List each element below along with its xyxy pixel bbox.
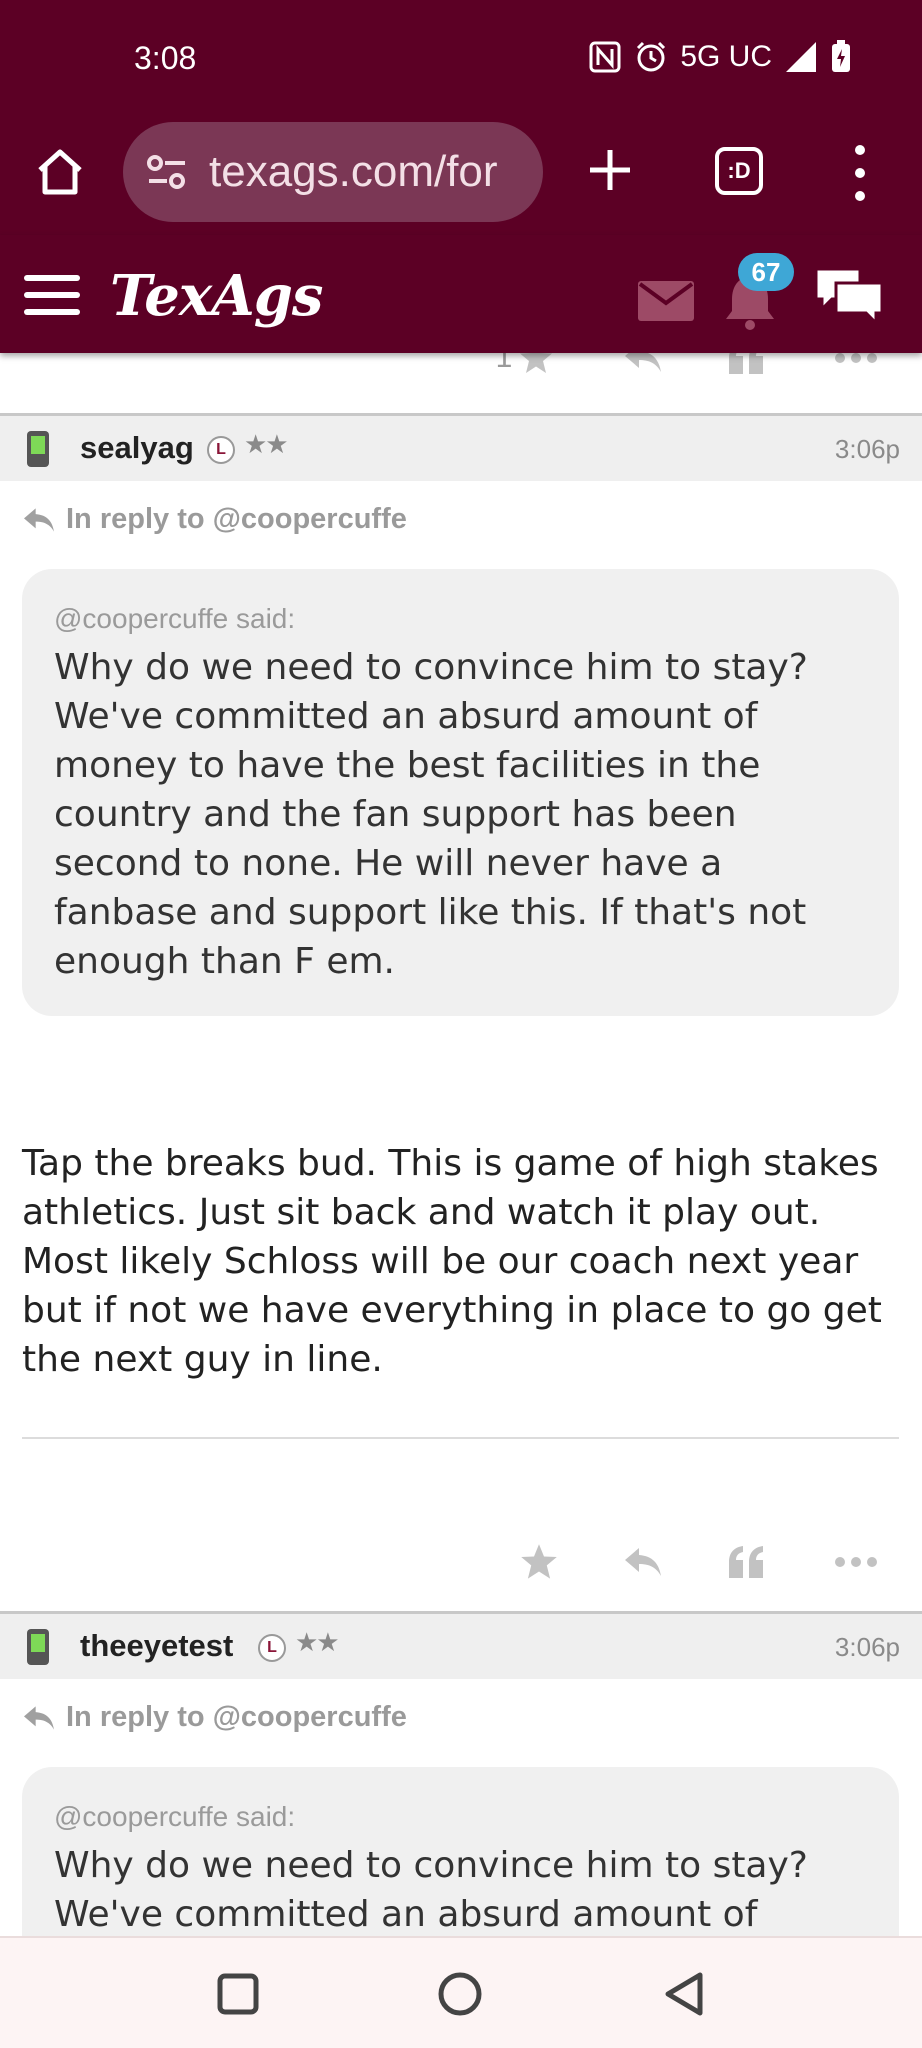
star-count: 1 — [495, 353, 513, 374]
browser-toolbar: texags.com/for :D — [0, 110, 922, 235]
post-actions — [0, 1533, 922, 1593]
quote-icon — [729, 353, 763, 374]
post-time[interactable]: 3:06p — [835, 1632, 900, 1663]
back-triangle-icon — [665, 1972, 703, 2016]
site-logo[interactable]: TexAgs — [110, 263, 323, 329]
reply-icon — [24, 1705, 54, 1730]
quote-button[interactable] — [722, 1537, 772, 1587]
status-bar: 3:08 5G UC — [0, 0, 922, 110]
site-settings-icon[interactable] — [143, 148, 191, 196]
user-stars: ★★ — [295, 1628, 340, 1658]
home-button[interactable] — [30, 142, 90, 202]
letterman-badge: L — [207, 436, 235, 464]
hamburger-icon[interactable] — [24, 275, 80, 315]
post-header: theeyetest L ★★ 3:06p — [0, 1611, 922, 1679]
username[interactable]: sealyag — [80, 430, 194, 466]
quote-text: Why do we need to convince him to stay? … — [54, 647, 808, 982]
phone-icon — [27, 1629, 49, 1665]
home-nav-button[interactable] — [428, 1962, 492, 2026]
post-time[interactable]: 3:06p — [835, 434, 900, 465]
reply-button[interactable] — [618, 353, 668, 383]
more-options-icon[interactable] — [828, 1537, 884, 1587]
quote-block: @coopercuffe said: Why do we need to con… — [22, 569, 899, 1016]
quote-icon — [729, 1546, 763, 1578]
alarm-icon — [637, 41, 666, 72]
username[interactable]: theeyetest — [80, 1628, 233, 1664]
mail-icon[interactable] — [638, 281, 694, 321]
divider — [22, 1437, 899, 1439]
home-icon — [38, 149, 82, 195]
system-nav-bar — [0, 1936, 922, 2048]
star-button[interactable]: 1 — [490, 353, 560, 383]
tab-switcher-button[interactable]: :D — [715, 147, 763, 195]
signal-icon — [786, 42, 816, 72]
address-bar[interactable]: texags.com/for — [123, 122, 543, 222]
quote-text: Why do we need to convince him to stay? … — [54, 1845, 808, 1935]
reply-to-link[interactable]: In reply to @coopercuffe — [22, 1701, 407, 1734]
recents-button[interactable] — [206, 1962, 270, 2026]
more-options-icon[interactable] — [828, 353, 884, 383]
post-body: Tap the breaks bud. This is game of high… — [22, 1143, 882, 1380]
site-header: TexAgs 67 — [0, 235, 922, 353]
nfc-icon — [589, 41, 621, 73]
status-icons: 5G UC — [588, 40, 852, 74]
reply-icon — [625, 353, 661, 372]
reply-to-link[interactable]: In reply to @coopercuffe — [22, 503, 407, 536]
thread-content: 1 sealyag L ★★ 3:06p In reply to @cooper… — [0, 353, 922, 1936]
url-text[interactable]: texags.com/for — [209, 147, 498, 197]
reply-to-text: In reply to @coopercuffe — [66, 1701, 407, 1733]
status-time: 3:08 — [134, 40, 197, 76]
battery-charging-icon — [832, 40, 850, 72]
quote-block: @coopercuffe said: Why do we need to con… — [22, 1767, 899, 1936]
back-button[interactable] — [652, 1962, 716, 2026]
new-tab-button[interactable] — [580, 140, 640, 200]
star-icon — [521, 1544, 557, 1579]
more-vert-icon[interactable] — [845, 145, 875, 201]
post-header: sealyag L ★★ 3:06p — [0, 413, 922, 481]
notification-badge[interactable]: 67 — [738, 253, 794, 291]
quote-author[interactable]: @coopercuffe said: — [54, 603, 869, 635]
network-type: 5G UC — [680, 40, 772, 73]
star-button[interactable] — [514, 1537, 564, 1587]
reply-to-text: In reply to @coopercuffe — [66, 503, 407, 535]
star-icon — [520, 353, 553, 373]
reply-icon — [24, 507, 54, 532]
chat-icon[interactable] — [812, 265, 886, 327]
user-stars: ★★ — [244, 430, 289, 460]
plus-icon — [590, 150, 630, 190]
reply-icon — [625, 1548, 661, 1576]
letterman-badge: L — [258, 1634, 286, 1662]
quote-author[interactable]: @coopercuffe said: — [54, 1801, 869, 1833]
reply-button[interactable] — [618, 1537, 668, 1587]
phone-icon — [27, 431, 49, 467]
tab-switcher-label: :D — [727, 158, 751, 183]
recents-square-icon — [217, 1973, 259, 2015]
post-actions: 1 — [0, 353, 922, 385]
home-circle-icon — [438, 1972, 482, 2016]
quote-button[interactable] — [722, 353, 772, 383]
